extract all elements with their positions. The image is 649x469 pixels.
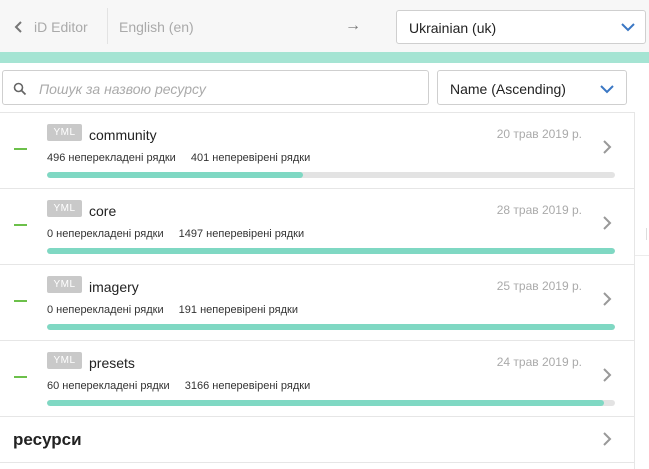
- progress-fill: [47, 248, 615, 254]
- format-badge: YML: [47, 124, 82, 141]
- progress-fill: [47, 172, 303, 178]
- resource-name: core: [89, 203, 117, 219]
- unreviewed-count: 191 неперевірені рядки: [178, 304, 298, 316]
- progress-bar: [47, 400, 615, 406]
- back-button[interactable]: iD Editor: [12, 14, 88, 40]
- format-badge: YML: [47, 276, 82, 293]
- resource-counts: 0 неперекладені рядки 1497 неперевірені …: [47, 228, 304, 240]
- group-label: ресурси: [13, 430, 82, 449]
- resource-date: 20 трав 2019 р.: [496, 127, 582, 141]
- progress-fill: [47, 400, 604, 406]
- format-badge: YML: [47, 352, 82, 369]
- progress-bar: [47, 172, 615, 178]
- resource-name: community: [89, 127, 157, 143]
- scroll-edge: [634, 112, 635, 469]
- unreviewed-count: 3166 неперевірені рядки: [184, 380, 311, 392]
- divider: [0, 462, 634, 463]
- search-input[interactable]: [37, 77, 421, 101]
- chevron-right-icon: [603, 432, 612, 446]
- resource-date: 25 трав 2019 р.: [496, 279, 582, 293]
- source-language: English (en): [119, 19, 194, 35]
- arrow-right-icon: →: [345, 17, 361, 34]
- resource-row-presets[interactable]: YML presets 24 трав 2019 р. 60 неперекла…: [0, 340, 634, 416]
- untranslated-count: 0 неперекладені рядки: [47, 304, 164, 316]
- resource-counts: 0 неперекладені рядки 191 неперевірені р…: [47, 304, 298, 316]
- resource-row-core[interactable]: YML core 28 трав 2019 р. 0 неперекладені…: [0, 188, 634, 264]
- resource-name: imagery: [89, 279, 139, 295]
- untranslated-count: 0 неперекладені рядки: [47, 228, 164, 240]
- status-dash: [14, 376, 27, 378]
- target-language-value: Ukrainian (uk): [409, 20, 497, 36]
- resource-counts: 60 неперекладені рядки 3166 неперевірені…: [47, 380, 310, 392]
- sort-value: Name (Ascending): [450, 81, 566, 97]
- chevron-left-icon: [14, 21, 22, 33]
- accent-strip: [0, 52, 649, 63]
- status-dash: [14, 148, 27, 150]
- progress-fill: [47, 324, 615, 330]
- chevron-right-icon: [603, 368, 612, 382]
- progress-bar: [47, 324, 615, 330]
- resource-date: 28 трав 2019 р.: [496, 203, 582, 217]
- chevron-right-icon: [603, 292, 612, 306]
- untranslated-count: 496 неперекладені рядки: [47, 152, 176, 164]
- side-tick: [646, 228, 647, 240]
- resource-date: 24 трав 2019 р.: [496, 355, 582, 369]
- resource-row-community[interactable]: YML community 20 трав 2019 р. 496 непере…: [0, 112, 634, 188]
- side-divider: [635, 255, 649, 256]
- search-icon: [13, 82, 27, 96]
- unreviewed-count: 1497 неперевірені рядки: [178, 228, 305, 240]
- sort-select[interactable]: Name (Ascending): [437, 70, 627, 105]
- resource-name: presets: [89, 355, 135, 371]
- search-field[interactable]: [2, 70, 429, 105]
- status-dash: [14, 224, 27, 226]
- chevron-down-icon: [600, 85, 614, 94]
- progress-bar: [47, 248, 615, 254]
- divider: [107, 8, 108, 44]
- resources-group-row[interactable]: ресурси: [0, 416, 634, 462]
- format-badge: YML: [47, 200, 82, 217]
- resource-row-imagery[interactable]: YML imagery 25 трав 2019 р. 0 непереклад…: [0, 264, 634, 340]
- status-dash: [14, 300, 27, 302]
- chevron-down-icon: [621, 23, 635, 32]
- target-language-select[interactable]: Ukrainian (uk): [396, 10, 646, 44]
- untranslated-count: 60 неперекладені рядки: [47, 380, 170, 392]
- unreviewed-count: 401 неперевірені рядки: [190, 152, 311, 164]
- resource-counts: 496 неперекладені рядки 401 неперевірені…: [47, 152, 310, 164]
- chevron-right-icon: [603, 140, 612, 154]
- chevron-right-icon: [603, 216, 612, 230]
- back-label: iD Editor: [34, 19, 88, 35]
- top-bar: iD Editor English (en) → Ukrainian (uk): [0, 0, 649, 53]
